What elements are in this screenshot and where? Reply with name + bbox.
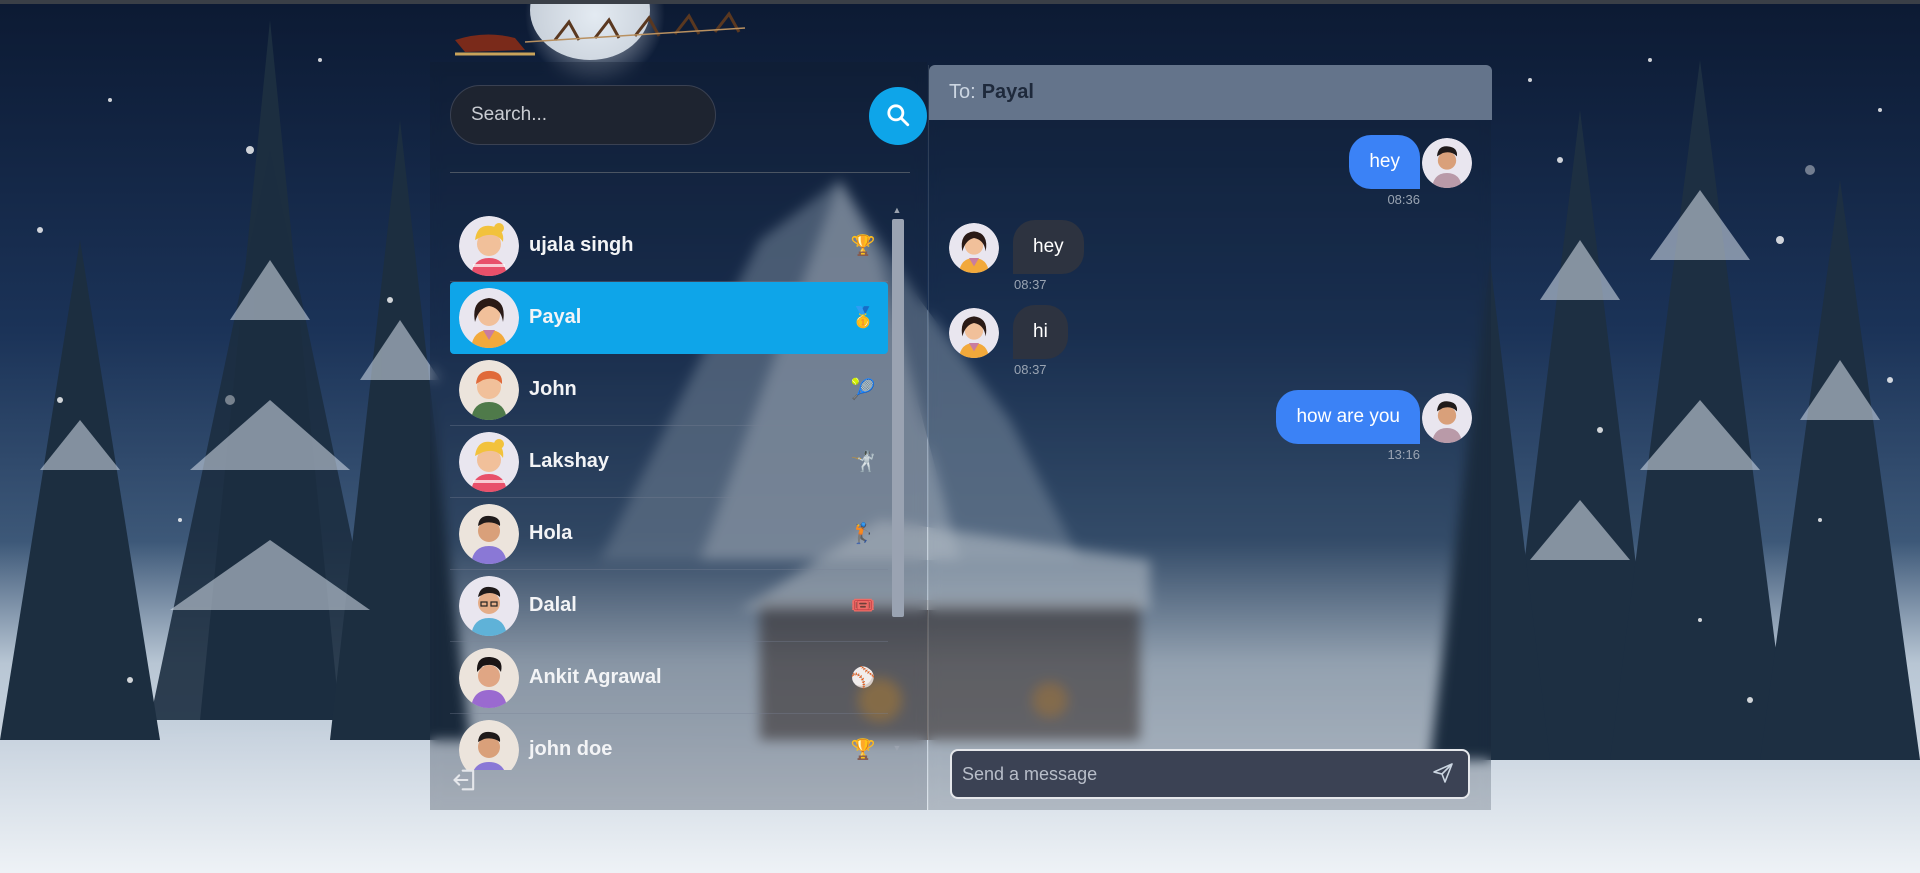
search-divider (450, 172, 910, 173)
logout-icon (451, 766, 479, 799)
avatar (459, 431, 519, 492)
message-received: hey 08:37 (929, 220, 1492, 292)
logout-button[interactable] (450, 767, 480, 797)
message-time: 13:16 (1387, 447, 1420, 462)
message-time: 08:37 (1014, 362, 1047, 377)
contact-name: Dalal (529, 594, 577, 616)
avatar (1422, 138, 1472, 188)
medal-icon: 🥇 (850, 307, 876, 329)
avatar (459, 575, 519, 636)
contact-name: john doe (529, 738, 613, 760)
search-input[interactable] (450, 85, 716, 145)
baseball-icon: ⚾ (850, 667, 876, 689)
message-time: 08:37 (1014, 277, 1047, 292)
tennis-icon: 🎾 (850, 379, 876, 401)
send-icon (1431, 761, 1455, 790)
contact-item[interactable]: Hola 🏌️ (450, 498, 888, 570)
to-label: To: (949, 81, 976, 103)
contact-name: ujala singh (529, 234, 634, 256)
avatar (459, 647, 519, 708)
avatar (459, 287, 519, 348)
chat-header: To: Payal (929, 65, 1492, 120)
contact-name: Payal (529, 306, 582, 328)
chat-panel: To: Payal hey 08:36 hey 08:37 hi 08:37 h… (928, 65, 1492, 810)
avatar (459, 215, 519, 276)
message-bubble: how are you (1276, 390, 1420, 444)
search-button[interactable] (869, 87, 927, 145)
avatar (459, 359, 519, 420)
search-row (450, 85, 927, 147)
search-icon (885, 102, 911, 131)
avatar (1422, 393, 1472, 443)
contact-item[interactable]: john doe 🏆 (450, 714, 888, 770)
ticket-icon: 🎟️ (850, 595, 876, 617)
scroll-up-arrow-icon[interactable]: ▲ (890, 205, 904, 217)
window-top-strip (0, 0, 1920, 4)
message-received: hi 08:37 (929, 305, 1492, 377)
message-sent: how are you 13:16 (929, 390, 1492, 462)
recipient-name: Payal (981, 81, 1034, 103)
santa-sleigh-decoration (445, 0, 755, 66)
contact-item[interactable]: Lakshay 🤺 (450, 426, 888, 498)
contact-item[interactable]: John 🎾 (450, 354, 888, 426)
contact-item-active[interactable]: Payal 🥇 (450, 282, 888, 354)
contact-name: Lakshay (529, 450, 610, 472)
message-sent: hey 08:36 (929, 135, 1492, 207)
message-input[interactable] (952, 751, 1422, 797)
contact-item[interactable]: Ankit Agrawal ⚾ (450, 642, 888, 714)
message-time: 08:36 (1387, 192, 1420, 207)
contact-list[interactable]: ujala singh 🏆 Payal 🥇 John 🎾 Lakshay 🤺 H… (450, 210, 900, 770)
avatar (459, 719, 519, 770)
contacts-panel: ujala singh 🏆 Payal 🥇 John 🎾 Lakshay 🤺 (430, 62, 927, 810)
golf-icon: 🏌️ (850, 523, 876, 545)
trophy-icon: 🏆 (850, 739, 876, 761)
fencing-icon: 🤺 (850, 451, 876, 473)
send-button[interactable] (1430, 762, 1456, 788)
contact-item[interactable]: ujala singh 🏆 (450, 210, 888, 282)
contact-name: Ankit Agrawal (529, 666, 662, 688)
message-bubble: hey (1013, 220, 1084, 274)
contact-name: Hola (529, 522, 573, 544)
scroll-down-arrow-icon[interactable]: ▼ (890, 743, 904, 755)
contact-name: John (529, 378, 577, 400)
contact-list-scrollbar[interactable]: ▲ ▼ (890, 205, 904, 760)
message-bubble: hi (1013, 305, 1068, 359)
avatar (949, 308, 999, 358)
avatar (459, 503, 519, 564)
message-composer (950, 749, 1470, 799)
scroll-thumb[interactable] (892, 219, 904, 617)
message-bubble: hey (1349, 135, 1420, 189)
trophy-icon: 🏆 (850, 235, 876, 257)
avatar (949, 223, 999, 273)
contact-item[interactable]: Dalal 🎟️ (450, 570, 888, 642)
